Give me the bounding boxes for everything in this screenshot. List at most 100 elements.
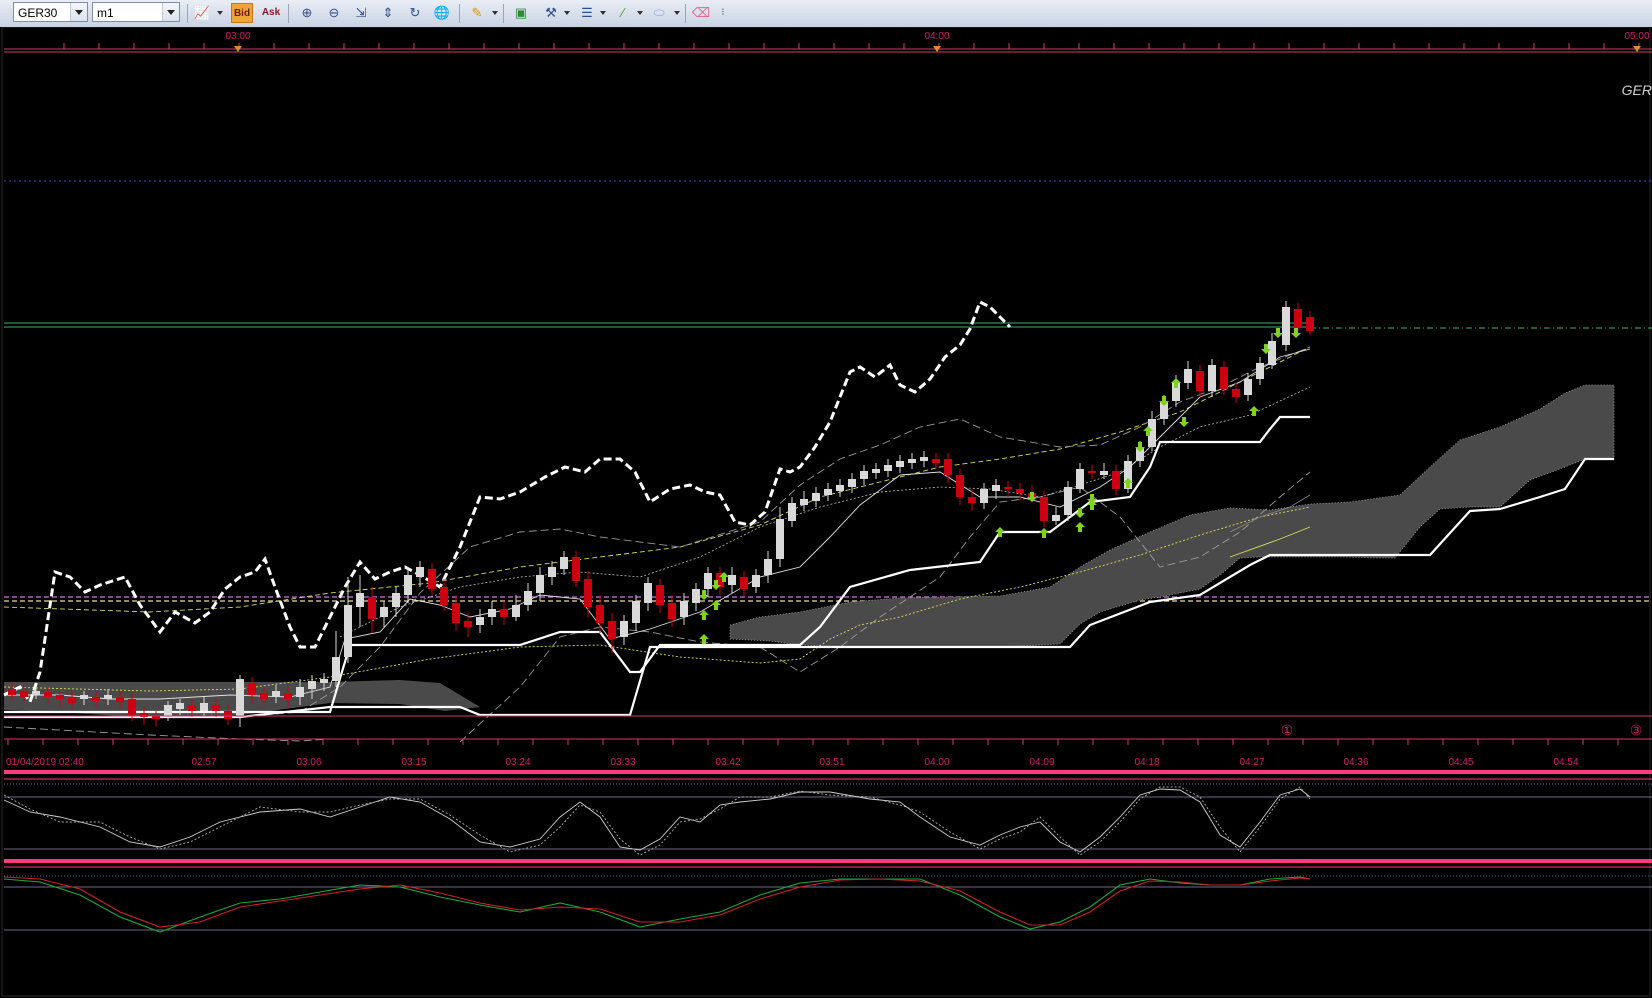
candle-body[interactable]	[32, 691, 40, 695]
candle-body[interactable]	[284, 693, 292, 699]
candle-body[interactable]	[1052, 515, 1060, 521]
candle-body[interactable]	[956, 475, 964, 497]
candle-body[interactable]	[944, 459, 952, 475]
candle-body[interactable]	[1196, 371, 1204, 391]
candle-body[interactable]	[416, 567, 424, 577]
candle-body[interactable]	[800, 499, 808, 505]
candle-body[interactable]	[1232, 389, 1240, 397]
candle-body[interactable]	[512, 605, 520, 617]
candle-body[interactable]	[332, 657, 340, 681]
candle-body[interactable]	[176, 703, 184, 709]
candle-body[interactable]	[668, 603, 676, 619]
candle-body[interactable]	[308, 681, 316, 689]
candle-body[interactable]	[884, 465, 892, 471]
candle-body[interactable]	[1100, 471, 1108, 475]
candle-body[interactable]	[116, 697, 124, 702]
chevron-down-icon[interactable]	[492, 11, 498, 15]
candle-body[interactable]	[188, 705, 196, 711]
candle-body[interactable]	[236, 679, 244, 717]
candle-body[interactable]	[1220, 367, 1228, 389]
candle-body[interactable]	[908, 459, 916, 463]
candle-body[interactable]	[500, 609, 508, 617]
candle-body[interactable]	[1306, 317, 1314, 331]
symbol-select[interactable]: GER30	[13, 2, 88, 22]
chevron-down-icon[interactable]	[637, 11, 643, 15]
candle-body[interactable]	[1016, 489, 1024, 493]
candle-body[interactable]	[428, 569, 436, 589]
candle-body[interactable]	[752, 575, 760, 587]
event-marker[interactable]: ①	[1281, 722, 1294, 738]
candle-body[interactable]	[620, 621, 628, 637]
shape-icon[interactable]: ⬭	[648, 3, 670, 23]
candle-body[interactable]	[524, 591, 532, 605]
scale-icon[interactable]: ⇕	[377, 3, 399, 23]
candle-body[interactable]	[872, 469, 880, 473]
chevron-down-icon[interactable]	[600, 11, 606, 15]
candle-body[interactable]	[1282, 307, 1290, 345]
candle-body[interactable]	[740, 577, 748, 589]
candle-body[interactable]	[548, 567, 556, 577]
candle-body[interactable]	[80, 695, 88, 699]
candle-body[interactable]	[464, 621, 472, 627]
candle-body[interactable]	[488, 609, 496, 617]
candle-body[interactable]	[104, 695, 112, 699]
candle-body[interactable]	[584, 579, 592, 607]
tools-icon[interactable]: ⚒	[540, 3, 562, 23]
candle-body[interactable]	[368, 597, 376, 619]
candle-body[interactable]	[44, 692, 52, 697]
candle-body[interactable]	[1256, 363, 1264, 379]
draw-pencil-icon[interactable]: ✎	[466, 3, 488, 23]
globe-icon[interactable]: 🌐	[431, 3, 453, 23]
candle-body[interactable]	[260, 693, 268, 699]
zoom-out-icon[interactable]: ⊖	[323, 3, 345, 23]
candle-body[interactable]	[920, 457, 928, 461]
candle-body[interactable]	[1064, 487, 1072, 515]
candle-body[interactable]	[776, 519, 784, 559]
candle-body[interactable]	[1040, 497, 1048, 521]
image-icon[interactable]: ▣	[510, 3, 532, 23]
chevron-down-icon[interactable]	[162, 3, 179, 21]
timeframe-select[interactable]: m1	[92, 2, 180, 22]
chevron-down-icon[interactable]	[674, 11, 680, 15]
candle-body[interactable]	[320, 679, 328, 683]
candle-body[interactable]	[932, 459, 940, 463]
candle-body[interactable]	[1268, 341, 1276, 365]
candle-body[interactable]	[296, 687, 304, 697]
candle-body[interactable]	[824, 489, 832, 495]
event-marker[interactable]: ③	[1630, 722, 1643, 738]
candle-body[interactable]	[224, 711, 232, 719]
candle-body[interactable]	[632, 601, 640, 623]
candle-body[interactable]	[476, 617, 484, 625]
candle-body[interactable]	[212, 705, 220, 711]
candle-body[interactable]	[68, 697, 76, 703]
price-chart[interactable]: 03:00 04:00 05:00 GER ① ③ 01/04/2019 02:…	[0, 27, 1652, 998]
candle-body[interactable]	[968, 497, 976, 503]
candle-body[interactable]	[20, 691, 28, 697]
candle-body[interactable]	[848, 479, 856, 487]
candle-body[interactable]	[1076, 469, 1084, 489]
candle-body[interactable]	[1208, 365, 1216, 391]
candle-body[interactable]	[644, 583, 652, 603]
candle-body[interactable]	[992, 485, 1000, 491]
candle-body[interactable]	[896, 461, 904, 467]
candle-body[interactable]	[728, 575, 736, 585]
candle-body[interactable]	[200, 703, 208, 711]
candle-body[interactable]	[680, 601, 688, 617]
candle-body[interactable]	[860, 471, 868, 479]
candle-body[interactable]	[1004, 487, 1012, 489]
candle-body[interactable]	[1184, 369, 1192, 383]
candle-body[interactable]	[704, 573, 712, 589]
eraser-icon[interactable]: ⌫	[690, 3, 712, 23]
candle-body[interactable]	[560, 557, 568, 569]
candle-body[interactable]	[272, 691, 280, 697]
candle-body[interactable]	[380, 607, 388, 617]
bid-button[interactable]: Bid	[231, 3, 253, 23]
candle-body[interactable]	[596, 605, 604, 623]
line-color-icon[interactable]: ⁄	[612, 3, 634, 23]
chevron-down-icon[interactable]	[70, 3, 87, 21]
ask-button[interactable]: Ask	[260, 3, 282, 23]
candle-body[interactable]	[656, 585, 664, 605]
candle-body[interactable]	[8, 689, 16, 695]
candle-body[interactable]	[164, 705, 172, 717]
refresh-icon[interactable]: ↻	[404, 3, 426, 23]
